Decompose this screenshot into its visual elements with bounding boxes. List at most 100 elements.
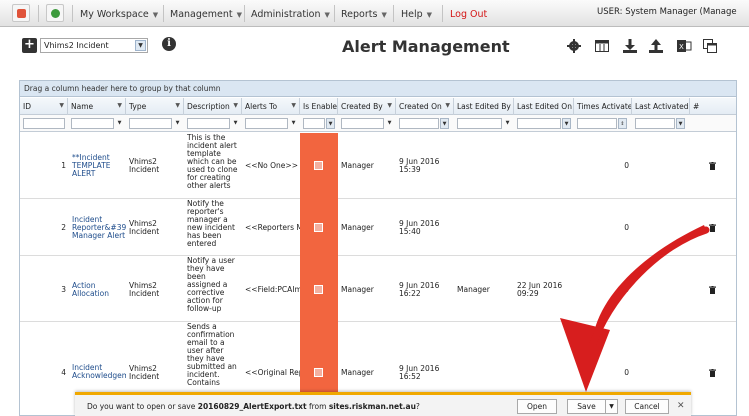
row-alerts-to: <<Reporters M (245, 224, 300, 232)
top-nav-bar: My Workspace ▼ Management ▼ Administration… (0, 0, 749, 27)
filter-type-icon[interactable]: ▼ (173, 118, 182, 129)
row-created-on: 9 Jun 2016 16:22 (399, 282, 440, 298)
download-icon[interactable] (622, 38, 638, 54)
column-header-name[interactable]: Name ▼ (68, 98, 126, 115)
column-header-last-edited-on[interactable]: Last Edited On (514, 98, 574, 115)
add-alert-button[interactable]: + (22, 38, 37, 53)
trash-icon[interactable] (709, 224, 716, 232)
enabled-checkbox[interactable] (314, 223, 323, 232)
row-alerts-to: <<Original Rep (245, 369, 300, 377)
filter-last-activated-calendar-icon[interactable]: ▼ (676, 118, 685, 129)
row-alerts-to: <<No One>> (245, 162, 298, 170)
filter-times-activated-input[interactable] (577, 118, 617, 129)
refresh-icon[interactable] (46, 4, 64, 22)
cancel-button[interactable]: Cancel (625, 399, 669, 414)
column-header-created-by[interactable]: Created By ▼ (338, 98, 396, 115)
row-description: Notify the reporter's manager a new inci… (187, 200, 235, 248)
menu-my-workspace[interactable]: My Workspace ▼ (80, 9, 158, 20)
filter-times-activated-spinner-icon[interactable]: ⇕ (618, 118, 627, 129)
chevron-down-icon[interactable]: ▼ (135, 40, 146, 51)
row-name-link[interactable]: Incident Acknowledgem (72, 364, 126, 380)
group-by-hint[interactable]: Drag a column header here to group by th… (20, 81, 736, 97)
columns-icon[interactable] (594, 38, 610, 54)
info-icon[interactable]: i (162, 37, 176, 51)
is-enabled-cell (300, 199, 338, 256)
filter-enabled-dropdown-icon[interactable]: ▼ (326, 118, 335, 129)
row-created-by: Manager (341, 162, 374, 170)
filter-id-input[interactable] (23, 118, 65, 129)
filter-alerts-to-icon[interactable]: ▼ (289, 118, 298, 129)
filter-name-icon[interactable]: ▼ (115, 118, 124, 129)
svg-text:X: X (679, 43, 684, 51)
download-notification-bar: Do you want to open or save 20160829_Ale… (75, 392, 691, 416)
row-type: Vhims2 Incident (129, 220, 160, 236)
menu-reports[interactable]: Reports ▼ (341, 9, 387, 20)
open-button[interactable]: Open (517, 399, 557, 414)
column-header-last-activated[interactable]: Last Activated C (632, 98, 690, 115)
logout-link[interactable]: Log Out (450, 9, 487, 20)
menu-help[interactable]: Help ▼ (401, 9, 432, 20)
row-alerts-to: <<Field:PCAIm (245, 286, 300, 294)
column-header-created-on[interactable]: Created On ▼ (396, 98, 454, 115)
menu-management[interactable]: Management ▼ (170, 9, 242, 20)
template-select[interactable]: Vhims2 Incident ▼ (40, 38, 148, 53)
filter-last-edited-by-input[interactable] (457, 118, 502, 129)
table-row[interactable]: 3 Action Allocation Vhims2 Incident Noti… (20, 256, 736, 322)
filter-last-activated-input[interactable] (635, 118, 675, 129)
filter-created-on-input[interactable] (399, 118, 439, 129)
row-name-link[interactable]: Incident Reporter&#39; Manager Alert (72, 216, 126, 240)
save-button[interactable]: Save (567, 399, 605, 414)
upload-icon[interactable] (648, 38, 664, 54)
filter-name-input[interactable] (71, 118, 114, 129)
row-times-activated: 0 (624, 369, 629, 377)
trash-icon[interactable] (709, 162, 716, 170)
page-title: Alert Management (342, 37, 510, 56)
close-icon[interactable]: ✕ (677, 401, 685, 411)
table-row[interactable]: 2 Incident Reporter&#39; Manager Alert V… (20, 199, 736, 256)
column-header-id[interactable]: ID ▼ (20, 98, 68, 115)
row-name-link[interactable]: Action Allocation (72, 282, 124, 298)
row-description: Sends a confirmation email to a user aft… (187, 323, 237, 387)
filter-description-icon[interactable]: ▼ (231, 118, 240, 129)
filter-type-input[interactable] (129, 118, 172, 129)
row-type: Vhims2 Incident (129, 282, 160, 298)
filter-created-by-icon[interactable]: ▼ (385, 118, 394, 129)
menu-administration[interactable]: Administration ▼ (251, 9, 330, 20)
current-user-label: USER: System Manager (Manage (597, 7, 737, 17)
clone-icon[interactable] (702, 38, 718, 54)
filter-enabled-select[interactable] (303, 118, 325, 129)
column-header-times-activated[interactable]: Times Activated (574, 98, 632, 115)
row-times-activated: 0 (624, 224, 629, 232)
filter-alerts-to-input[interactable] (245, 118, 288, 129)
trash-icon[interactable] (709, 286, 716, 294)
filter-last-edited-on-calendar-icon[interactable]: ▼ (562, 118, 571, 129)
column-header-alerts-to[interactable]: Alerts To ▼ (242, 98, 300, 115)
is-enabled-cell (300, 133, 338, 199)
trash-icon[interactable] (709, 369, 716, 377)
filter-last-edited-by-icon[interactable]: ▼ (503, 118, 512, 129)
enabled-checkbox[interactable] (314, 161, 323, 170)
filter-created-on-calendar-icon[interactable]: ▼ (440, 118, 449, 129)
row-created-by: Manager (341, 224, 374, 232)
column-header-last-edited-by[interactable]: Last Edited By (454, 98, 514, 115)
gear-icon[interactable] (566, 38, 582, 54)
row-times-activated: 0 (624, 162, 629, 170)
row-last-edited-by: Manager (457, 286, 490, 294)
row-id: 2 (61, 224, 66, 232)
row-type: Vhims2 Incident (129, 365, 160, 381)
save-options-chevron-icon[interactable]: ▼ (605, 399, 618, 414)
is-enabled-cell (300, 256, 338, 322)
home-icon[interactable] (12, 4, 30, 22)
column-header-description[interactable]: Description ▼ (184, 98, 242, 115)
filter-last-edited-on-input[interactable] (517, 118, 561, 129)
excel-icon[interactable]: X (676, 38, 692, 54)
table-row[interactable]: 1 **Incident TEMPLATE ALERT Vhims2 Incid… (20, 133, 736, 199)
row-name-link[interactable]: **Incident TEMPLATE ALERT (72, 154, 124, 178)
enabled-checkbox[interactable] (314, 285, 323, 294)
column-header-is-enabled[interactable]: Is Enable (300, 98, 338, 115)
filter-created-by-input[interactable] (341, 118, 384, 129)
filter-description-input[interactable] (187, 118, 230, 129)
enabled-checkbox[interactable] (314, 368, 323, 377)
column-header-type[interactable]: Type ▼ (126, 98, 184, 115)
row-last-edited-on: 22 Jun 2016 09:29 (517, 282, 563, 298)
